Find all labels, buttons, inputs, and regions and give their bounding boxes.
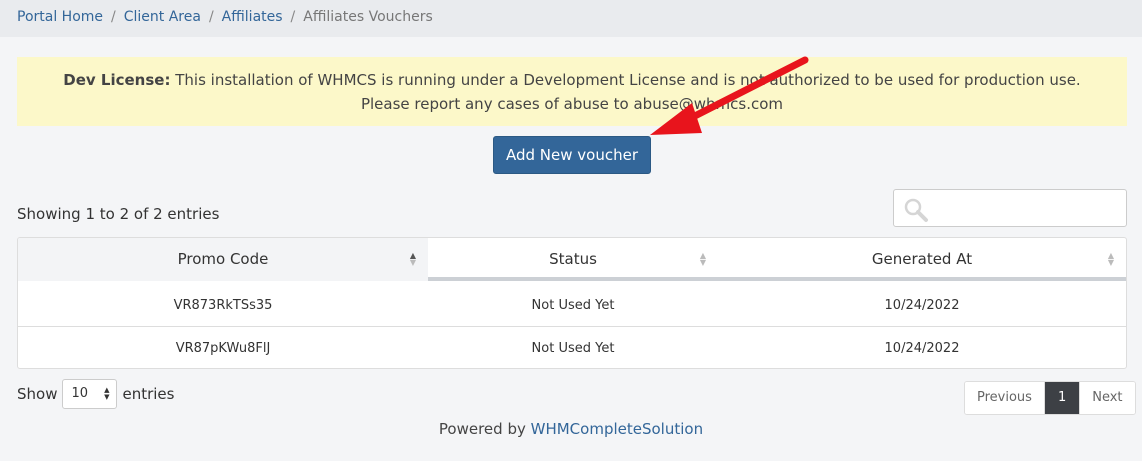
breadcrumb-separator: / — [290, 9, 296, 25]
entries-per-page-value: 10 — [71, 386, 89, 401]
show-label: Show — [17, 385, 58, 403]
add-new-voucher-button[interactable]: Add New voucher — [493, 136, 651, 174]
vouchers-table: Promo Code ▲ ▼ Status ▲ ▼ Generated At ▲ ▼ … — [17, 237, 1127, 369]
search-input[interactable] — [893, 189, 1127, 227]
pagination-previous-button[interactable]: Previous — [965, 382, 1045, 414]
footer: Powered by WHMCompleteSolution — [0, 420, 1142, 438]
entries-per-page-select[interactable]: 10 ▲ ▼ — [62, 379, 118, 409]
entries-label: entries — [122, 385, 175, 403]
breadcrumb: Portal Home / Client Area / Affiliates / Affil… — [0, 0, 1142, 37]
table-row: VR873RkTSs35 Not Used Yet 10/24/2022 — [18, 285, 1126, 327]
breadcrumb-portal-home[interactable]: Portal Home — [17, 9, 103, 25]
column-header-generated-at[interactable]: Generated At ▲ ▼ — [718, 238, 1126, 281]
sort-icon: ▲ ▼ — [409, 251, 416, 267]
alert-bold-label: Dev License: — [63, 71, 171, 89]
status-cell: Not Used Yet — [531, 298, 615, 313]
alert-line-1: Dev License: This installation of WHMCS … — [17, 68, 1127, 92]
alert-message: This installation of WHMCS is running un… — [170, 71, 1081, 89]
pagination: Previous 1 Next — [964, 381, 1136, 415]
sort-icon: ▲ ▼ — [699, 251, 706, 267]
generated-at-cell: 10/24/2022 — [884, 341, 960, 356]
entries-length-control: Show 10 ▲ ▼ entries — [17, 379, 174, 409]
column-header-label: Promo Code — [177, 250, 269, 268]
select-caret-icon: ▲ ▼ — [104, 386, 110, 401]
breadcrumb-current: Affiliates Vouchers — [303, 9, 433, 25]
table-header: Promo Code ▲ ▼ Status ▲ ▼ Generated At ▲ ▼ — [18, 238, 1126, 281]
pagination-next-button[interactable]: Next — [1080, 382, 1135, 414]
promo-code-cell: VR873RkTSs35 — [173, 298, 273, 313]
column-header-status[interactable]: Status ▲ ▼ — [428, 238, 718, 281]
column-header-label: Status — [549, 250, 597, 268]
column-header-promo-code[interactable]: Promo Code ▲ ▼ — [18, 238, 428, 281]
alert-line-2: Please report any cases of abuse to abus… — [360, 95, 784, 113]
dev-license-alert: Dev License: This installation of WHMCS … — [17, 57, 1127, 126]
sort-icon: ▲ ▼ — [1107, 251, 1114, 267]
generated-at-cell: 10/24/2022 — [884, 298, 960, 313]
pagination-page-1[interactable]: 1 — [1044, 382, 1081, 414]
promo-code-cell: VR87pKWu8FlJ — [175, 341, 271, 356]
breadcrumb-separator: / — [111, 9, 116, 25]
status-cell: Not Used Yet — [531, 341, 615, 356]
table-row: VR87pKWu8FlJ Not Used Yet 10/24/2022 — [18, 328, 1126, 368]
footer-prefix: Powered by — [438, 420, 531, 438]
search-icon — [904, 198, 928, 222]
breadcrumb-separator: / — [208, 9, 214, 25]
column-header-label: Generated At — [871, 250, 973, 268]
footer-whmcs-link[interactable]: WHMCompleteSolution — [531, 420, 703, 438]
table-info: Showing 1 to 2 of 2 entries — [17, 205, 220, 223]
breadcrumb-client-area[interactable]: Client Area — [124, 9, 201, 25]
breadcrumb-affiliates[interactable]: Affiliates — [222, 9, 283, 25]
